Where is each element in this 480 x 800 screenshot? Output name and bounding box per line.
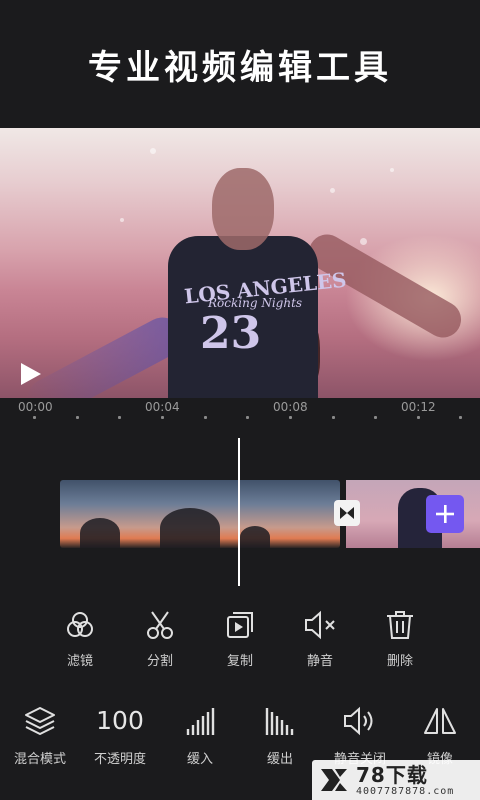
add-clip-button[interactable] xyxy=(426,495,464,533)
playhead[interactable] xyxy=(238,438,240,586)
fade-out-icon xyxy=(260,702,300,740)
tick xyxy=(118,416,121,419)
watermark: 78下载 4007787878.com xyxy=(312,760,480,800)
copy-button[interactable]: 复制 xyxy=(200,608,280,672)
fade-in-button[interactable]: 缓入 xyxy=(160,702,240,772)
video-clip-1[interactable] xyxy=(60,480,340,548)
time-label: 00:04 xyxy=(145,400,180,414)
tick xyxy=(374,416,377,419)
time-label: 00:08 xyxy=(273,400,308,414)
filter-label: 滤镜 xyxy=(66,654,93,669)
blend-mode-label: 混合模式 xyxy=(13,752,66,767)
tick xyxy=(33,416,36,419)
mute-icon xyxy=(303,608,337,642)
mute-label: 静音 xyxy=(306,654,333,669)
volume-icon xyxy=(340,702,380,740)
layers-icon xyxy=(20,702,60,740)
play-icon[interactable] xyxy=(16,360,44,388)
filter-icon xyxy=(63,608,97,642)
tick xyxy=(246,416,249,419)
time-label: 00:00 xyxy=(18,400,53,414)
split-button[interactable]: 分割 xyxy=(120,608,200,672)
fade-in-label: 缓入 xyxy=(186,752,213,767)
copy-label: 复制 xyxy=(226,654,253,669)
face xyxy=(212,168,274,250)
headline: 专业视频编辑工具 xyxy=(88,48,392,88)
mute-button[interactable]: 静音 xyxy=(280,608,360,672)
delete-label: 删除 xyxy=(386,654,413,669)
tick xyxy=(459,416,462,419)
copy-icon xyxy=(223,608,257,642)
delete-button[interactable]: 删除 xyxy=(360,608,440,672)
fade-out-label: 缓出 xyxy=(266,752,293,767)
split-label: 分割 xyxy=(146,654,173,669)
opacity-value: 100 xyxy=(96,706,144,735)
tick xyxy=(76,416,79,419)
clip-toolbar: 滤镜 分割 复制 静音 删除 xyxy=(40,608,440,672)
fade-in-icon xyxy=(180,702,220,740)
plus-icon xyxy=(436,505,454,523)
tick xyxy=(332,416,335,419)
watermark-logo-icon xyxy=(312,760,356,800)
watermark-url: 4007787878.com xyxy=(356,785,455,797)
transition-icon[interactable] xyxy=(334,500,360,526)
filter-button[interactable]: 滤镜 xyxy=(40,608,120,672)
time-label: 00:12 xyxy=(401,400,436,414)
fade-out-button[interactable]: 缓出 xyxy=(240,702,320,772)
arm-left xyxy=(20,310,190,398)
shirt-number: 23 xyxy=(200,308,262,359)
scissors-icon xyxy=(143,608,177,642)
tick xyxy=(204,416,207,419)
timeline-track[interactable] xyxy=(0,438,480,588)
opacity-label: 不透明度 xyxy=(93,752,146,767)
opacity-button[interactable]: 100 不透明度 xyxy=(80,702,160,772)
watermark-title: 78下载 xyxy=(356,762,428,787)
blend-mode-button[interactable]: 混合模式 xyxy=(0,702,80,772)
tick xyxy=(161,416,164,419)
mirror-icon xyxy=(420,702,460,740)
video-preview[interactable]: LOS ANGELES Rocking Nights 23 xyxy=(0,128,480,398)
trash-icon xyxy=(383,608,417,642)
tick xyxy=(417,416,420,419)
time-ruler[interactable]: 00:00 00:04 00:08 00:12 xyxy=(0,398,480,428)
tick xyxy=(289,416,292,419)
